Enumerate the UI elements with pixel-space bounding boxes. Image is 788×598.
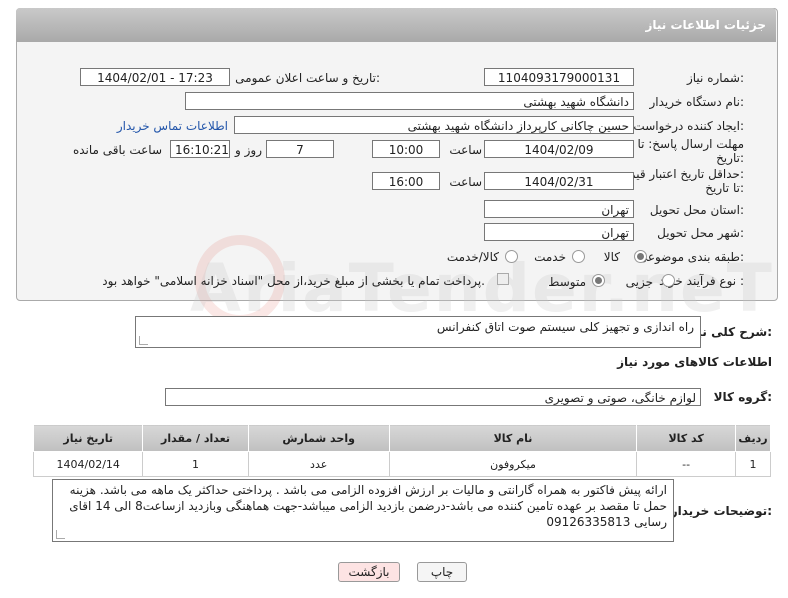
city-label: شهر محل تحویل: [657, 226, 744, 240]
treasury-payment-note: پرداخت تمام یا بخشی از مبلغ خرید،از محل … [102, 274, 485, 288]
validity-time-label: ساعت [449, 175, 482, 189]
process-minor-radio[interactable] [662, 274, 675, 287]
description-textarea[interactable]: راه اندازی و تجهیز کلی سیستم صوت اتاق کن… [135, 316, 701, 348]
table-row: 1 -- میکروفون عدد 1 1404/02/14 [32, 451, 772, 477]
cell-code: -- [636, 451, 736, 477]
col-code: کد کالا [636, 424, 736, 452]
province-field: تهران [484, 200, 634, 218]
deadline-date-field: 1404/02/09 [484, 140, 634, 158]
category-goods-radio[interactable] [634, 250, 647, 263]
validity-label: حداقل تاریخ اعتبار قیمت: [617, 167, 744, 181]
category-service-label: خدمت [534, 250, 566, 264]
days-label: روز و [235, 143, 262, 157]
cell-unit: عدد [247, 451, 390, 477]
col-row: ردیف [734, 424, 772, 452]
buyer-notes-text: ارائه پیش فاکتور به همراه گارانتی و مالی… [69, 483, 667, 529]
category-both-radio[interactable] [505, 250, 518, 263]
treasury-payment-checkbox[interactable] [497, 273, 509, 285]
buyer-org-label: نام دستگاه خریدار: [649, 95, 745, 109]
cell-row: 1 [734, 451, 772, 477]
process-medium-label: متوسط [548, 275, 586, 289]
category-both-label: کالا/خدمت [446, 250, 499, 264]
buyer-org-field: دانشگاه شهید بهشتی [185, 92, 634, 110]
cell-date: 1404/02/14 [32, 451, 144, 477]
announce-field: 1404/02/01 - 17:23 [80, 68, 230, 86]
col-date: تاریخ نیاز [32, 424, 144, 452]
cell-qty: 1 [142, 451, 249, 477]
remaining-time-field: 16:10:21 [170, 140, 230, 158]
goods-section-title: اطلاعات کالاهای مورد نیاز [617, 355, 772, 369]
process-minor-label: جزیی [625, 275, 653, 289]
validity-time-field: 16:00 [372, 172, 440, 190]
deadline-time-label: ساعت [449, 143, 482, 157]
goods-group-field: لوازم خانگی، صوتی و تصویری [165, 388, 701, 406]
announce-label: تاریخ و ساعت اعلان عمومی: [235, 71, 380, 85]
description-text: راه اندازی و تجهیز کلی سیستم صوت اتاق کن… [436, 320, 694, 334]
city-field: تهران [484, 223, 634, 241]
page-title: جزئیات اطلاعات نیاز [645, 18, 766, 32]
resize-grip-icon[interactable] [56, 530, 65, 539]
buyer-notes-label: توضیحات خریدار: [670, 504, 772, 518]
deadline-label-date: تاریخ: [716, 151, 744, 165]
goods-group-label: گروه کالا: [713, 390, 772, 404]
col-unit: واحد شمارش [247, 424, 390, 452]
deadline-time-field: 10:00 [372, 140, 440, 158]
category-label: طبقه بندی موضوعی: [637, 250, 744, 264]
need-number-field: 1104093179000131 [484, 68, 634, 86]
goods-table-header: ردیف کد کالا نام کالا واحد شمارش تعداد /… [32, 424, 772, 452]
resize-grip-icon[interactable] [139, 336, 148, 345]
remaining-label: ساعت باقی مانده [72, 143, 162, 157]
validity-date-field: 1404/02/31 [484, 172, 634, 190]
cell-name: میکروفون [388, 451, 638, 477]
goods-table: ردیف کد کالا نام کالا واحد شمارش تعداد /… [32, 424, 772, 477]
back-button[interactable]: بازگشت [338, 562, 400, 582]
province-label: استان محل تحویل: [649, 203, 744, 217]
col-qty: تعداد / مقدار [142, 424, 249, 452]
buyer-notes-textarea[interactable]: ارائه پیش فاکتور به همراه گارانتی و مالی… [52, 479, 674, 542]
requester-field: حسین چاکانی کارپرداز دانشگاه شهید بهشتی [234, 116, 634, 134]
process-medium-radio[interactable] [592, 274, 605, 287]
validity-label-date: تا تاریخ: [705, 181, 744, 195]
col-name: نام کالا [388, 424, 638, 452]
category-goods-label: کالا [603, 250, 620, 264]
panel-header: جزئیات اطلاعات نیاز [16, 8, 776, 42]
days-field: 7 [266, 140, 334, 158]
print-button[interactable]: چاپ [417, 562, 467, 582]
deadline-label: مهلت ارسال پاسخ: تا [637, 137, 744, 151]
buyer-contact-link[interactable]: اطلاعات تماس خریدار [117, 119, 228, 133]
requester-label: ایجاد کننده درخواست: [633, 119, 744, 133]
need-number-label: شماره نیاز: [686, 71, 744, 85]
category-service-radio[interactable] [572, 250, 585, 263]
